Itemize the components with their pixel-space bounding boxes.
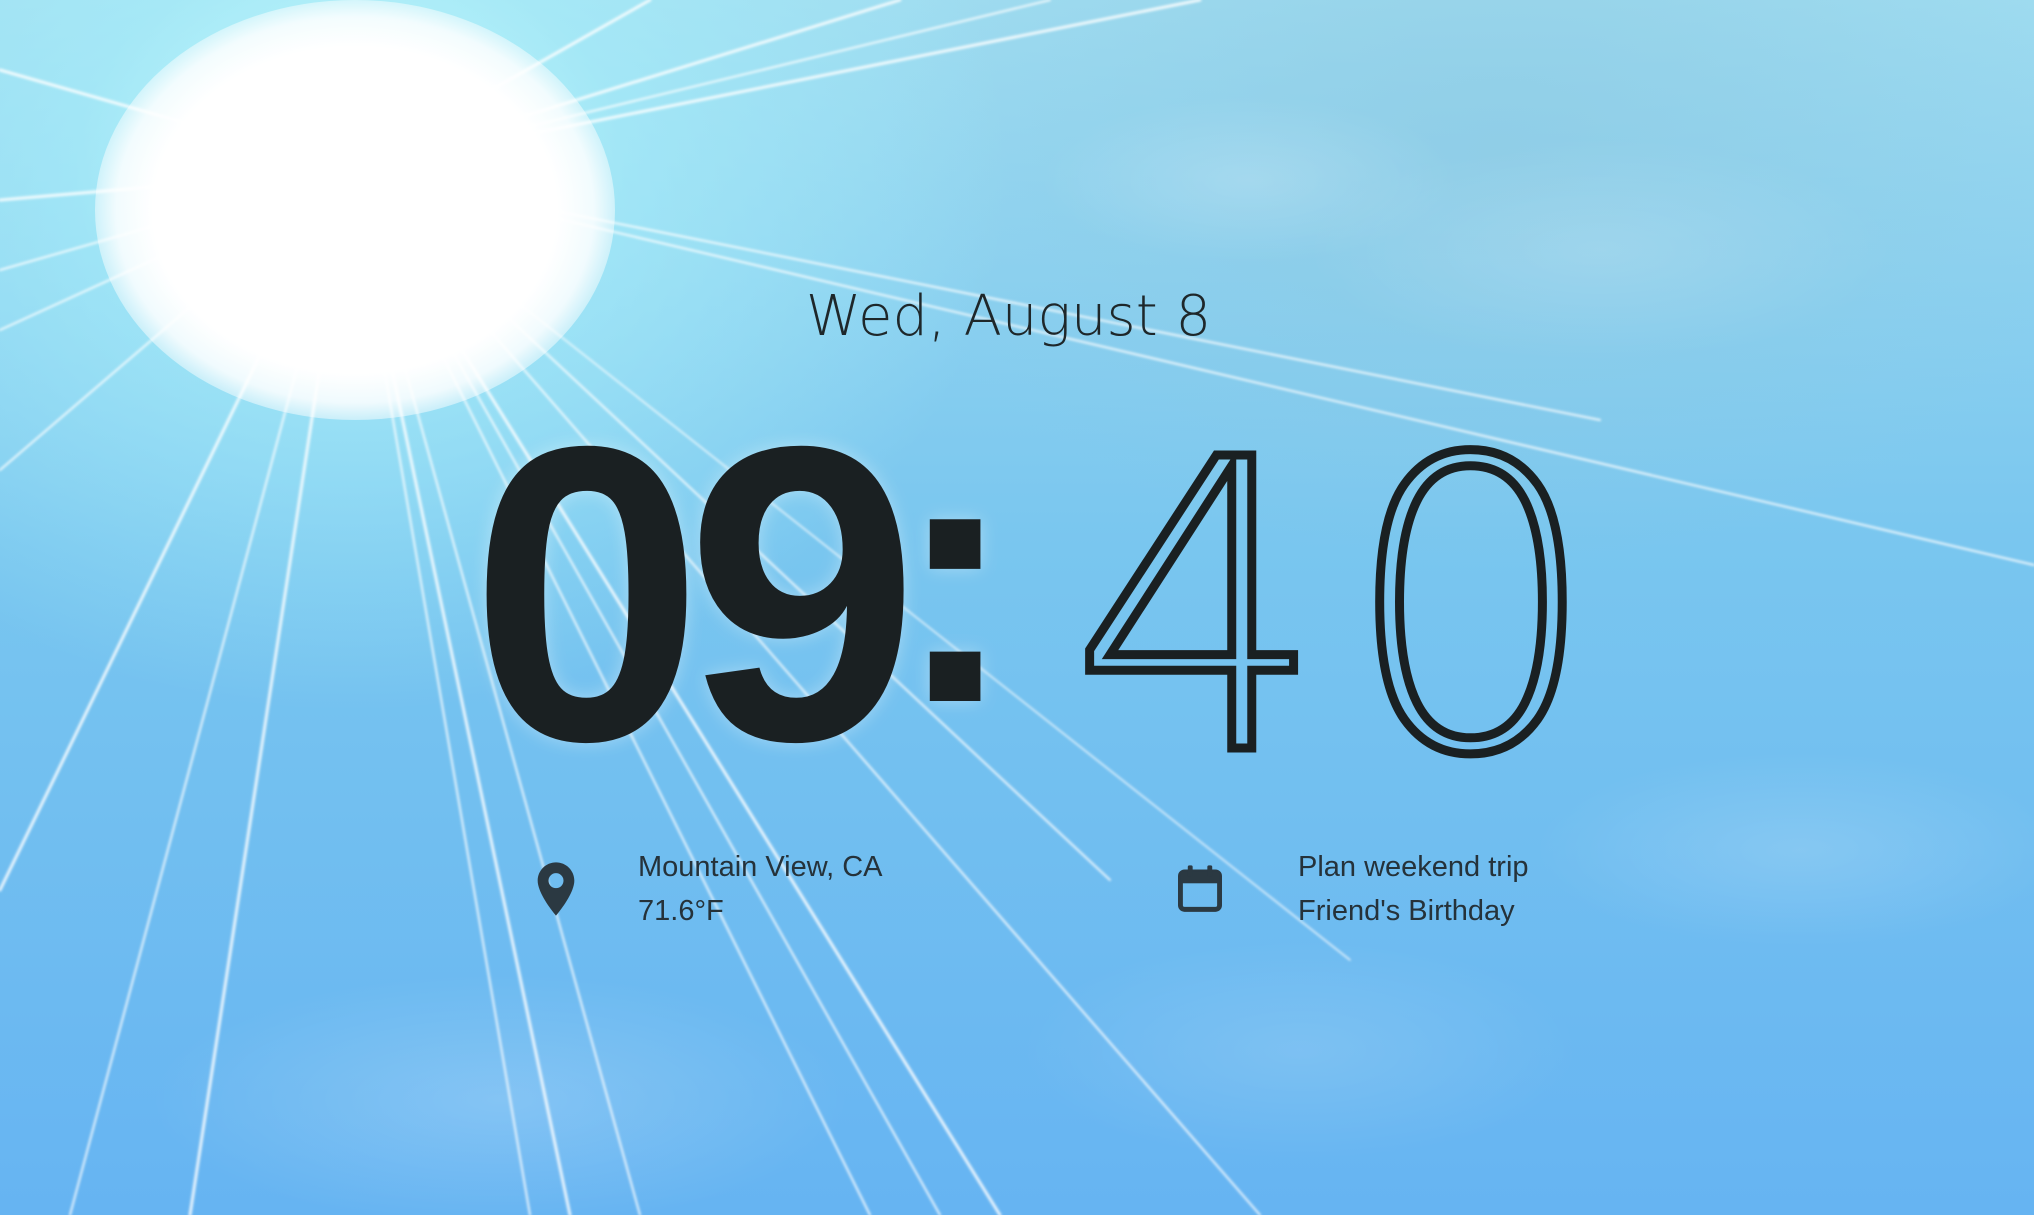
clock-separator: : bbox=[895, 376, 1016, 778]
clock-minutes-graphic: 40 bbox=[1070, 440, 1590, 770]
weather-location: Mountain View, CA bbox=[638, 851, 883, 883]
location-pin-icon bbox=[534, 861, 578, 917]
task-item[interactable]: Plan weekend trip bbox=[1298, 845, 1529, 889]
weather-widget[interactable]: Mountain View, CA 71.6°F bbox=[534, 845, 883, 933]
clock-minutes: 40 bbox=[1070, 440, 1590, 770]
tasks-widget[interactable]: Plan weekend trip Friend's Birthday bbox=[1178, 845, 1529, 933]
weather-temperature: 71.6°F bbox=[638, 895, 724, 927]
task-item[interactable]: Friend's Birthday bbox=[1298, 889, 1529, 933]
clock-hours: 09 bbox=[470, 360, 919, 829]
clock-display: 09 : bbox=[470, 385, 1027, 805]
current-date: Wed, August 8 bbox=[805, 284, 1212, 349]
sun-glow bbox=[95, 0, 615, 420]
calendar-icon bbox=[1178, 861, 1222, 917]
